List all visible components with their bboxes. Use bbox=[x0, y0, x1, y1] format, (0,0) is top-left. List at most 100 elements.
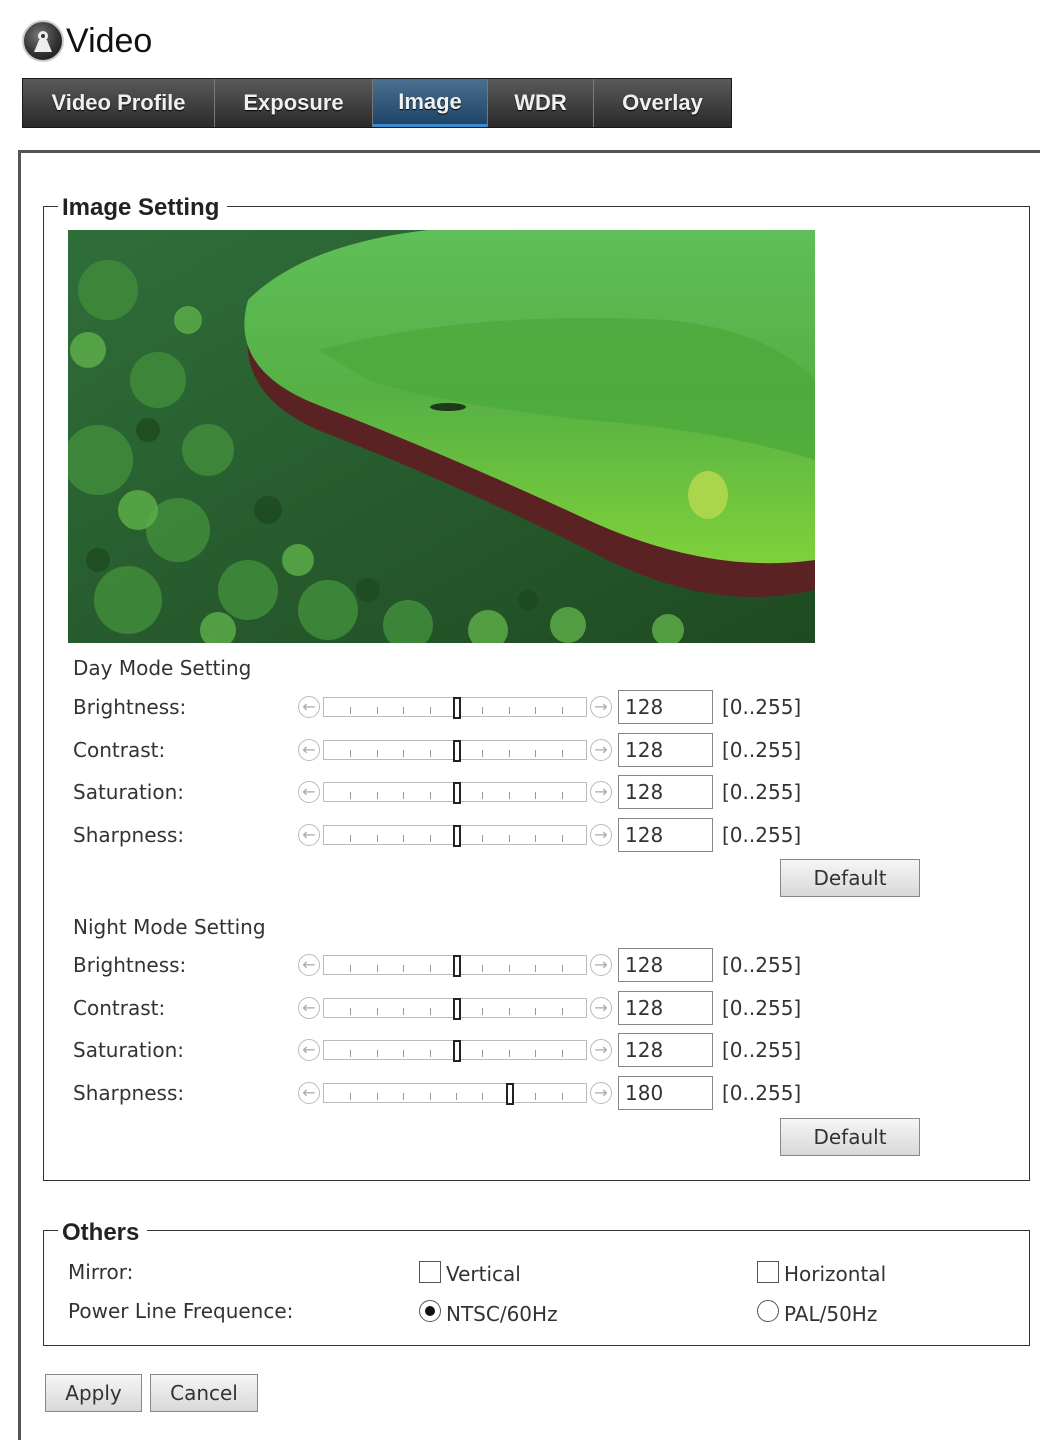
slider-tick bbox=[535, 965, 537, 972]
apply-button[interactable]: Apply bbox=[45, 1374, 142, 1412]
slider-tick bbox=[403, 835, 405, 843]
arrow-left-icon[interactable]: ← bbox=[298, 696, 320, 718]
night-mode-title: Night Mode Setting bbox=[73, 915, 266, 939]
slider-tick bbox=[403, 792, 405, 800]
slider-tick bbox=[350, 749, 352, 757]
tab-wdr[interactable]: WDR bbox=[488, 79, 594, 127]
slider-tick bbox=[508, 1007, 510, 1015]
slider-tick bbox=[376, 749, 378, 757]
slider-tick bbox=[376, 1007, 378, 1015]
slider-tick bbox=[535, 1007, 537, 1015]
day-contrast-input[interactable]: 128 bbox=[618, 732, 713, 767]
slider-tick bbox=[376, 707, 378, 714]
camera-icon bbox=[22, 20, 64, 62]
night-brightness-input[interactable]: 128 bbox=[618, 948, 713, 982]
slider-track[interactable] bbox=[323, 1040, 587, 1063]
slider-track[interactable] bbox=[323, 697, 587, 719]
day-default-button[interactable]: Default bbox=[780, 859, 920, 897]
slider-thumb[interactable] bbox=[506, 1083, 515, 1106]
slider-thumb[interactable] bbox=[452, 955, 461, 977]
arrow-right-icon[interactable]: → bbox=[590, 1039, 612, 1062]
slider-tick bbox=[535, 1050, 537, 1058]
arrow-right-icon[interactable]: → bbox=[590, 954, 612, 976]
slider-track[interactable] bbox=[323, 955, 587, 977]
slider-tick bbox=[482, 707, 484, 714]
night-default-button[interactable]: Default bbox=[780, 1118, 920, 1156]
ntsc-radio[interactable] bbox=[419, 1300, 441, 1322]
arrow-left-icon[interactable]: ← bbox=[298, 781, 320, 804]
slider-thumb[interactable] bbox=[452, 782, 461, 805]
tab-overlay[interactable]: Overlay bbox=[594, 79, 731, 127]
night-saturation-slider[interactable]: ← → bbox=[298, 1039, 612, 1063]
arrow-right-icon[interactable]: → bbox=[590, 996, 612, 1019]
day-saturation-label: Saturation: bbox=[73, 780, 184, 805]
slider-thumb[interactable] bbox=[452, 1040, 461, 1063]
pal-radio[interactable] bbox=[757, 1300, 779, 1322]
slider-track[interactable] bbox=[323, 997, 587, 1020]
day-brightness-slider[interactable]: ← → bbox=[298, 696, 612, 719]
night-sharpness-label: Sharpness: bbox=[73, 1081, 185, 1106]
slider-thumb[interactable] bbox=[452, 997, 461, 1020]
slider-tick bbox=[403, 1093, 405, 1101]
slider-tick bbox=[561, 749, 563, 757]
day-brightness-input[interactable]: 128 bbox=[618, 690, 713, 724]
slider-thumb[interactable] bbox=[452, 739, 461, 762]
arrow-left-icon[interactable]: ← bbox=[298, 824, 320, 847]
tab-image[interactable]: Image bbox=[373, 79, 488, 127]
slider-tick bbox=[429, 707, 431, 714]
slider-tick bbox=[429, 749, 431, 757]
day-contrast-slider[interactable]: ← → bbox=[298, 738, 612, 762]
day-sharpness-input[interactable]: 128 bbox=[618, 818, 713, 853]
arrow-left-icon[interactable]: ← bbox=[298, 996, 320, 1019]
arrow-right-icon[interactable]: → bbox=[590, 696, 612, 718]
slider-track[interactable] bbox=[323, 825, 587, 848]
image-setting-legend: Image Setting bbox=[58, 194, 228, 222]
slider-tick bbox=[508, 749, 510, 757]
slider-track[interactable] bbox=[323, 739, 587, 762]
arrow-right-icon[interactable]: → bbox=[590, 824, 612, 847]
arrow-right-icon[interactable]: → bbox=[590, 738, 612, 761]
horizontal-checkbox[interactable] bbox=[757, 1261, 779, 1283]
slider-tick bbox=[403, 1007, 405, 1015]
night-sharpness-input[interactable]: 180 bbox=[618, 1076, 713, 1111]
tab-video-profile[interactable]: Video Profile bbox=[23, 79, 215, 127]
day-saturation-input[interactable]: 128 bbox=[618, 775, 713, 810]
arrow-right-icon[interactable]: → bbox=[590, 1082, 612, 1105]
night-contrast-input[interactable]: 128 bbox=[618, 990, 713, 1025]
night-sharpness-slider[interactable]: ← → bbox=[298, 1082, 612, 1106]
page-title: Video bbox=[66, 21, 153, 60]
slider-track[interactable] bbox=[323, 1083, 587, 1106]
night-saturation-input[interactable]: 128 bbox=[618, 1033, 713, 1068]
vertical-checkbox[interactable] bbox=[419, 1261, 441, 1283]
slider-tick bbox=[535, 1093, 537, 1101]
night-brightness-range: [0..255] bbox=[722, 953, 802, 977]
tab-exposure[interactable]: Exposure bbox=[215, 79, 373, 127]
slider-tick bbox=[403, 707, 405, 714]
slider-thumb[interactable] bbox=[452, 825, 461, 848]
night-brightness-label: Brightness: bbox=[73, 953, 187, 977]
arrow-left-icon[interactable]: ← bbox=[298, 1082, 320, 1105]
day-saturation-slider[interactable]: ← → bbox=[298, 781, 612, 805]
arrow-left-icon[interactable]: ← bbox=[298, 954, 320, 976]
night-saturation-label: Saturation: bbox=[73, 1038, 184, 1063]
day-saturation-range: [0..255] bbox=[722, 780, 802, 805]
others-section bbox=[43, 1230, 1030, 1346]
night-brightness-slider[interactable]: ← → bbox=[298, 954, 612, 977]
arrow-left-icon[interactable]: ← bbox=[298, 1039, 320, 1062]
arrow-right-icon[interactable]: → bbox=[590, 781, 612, 804]
cancel-button[interactable]: Cancel bbox=[150, 1374, 258, 1412]
arrow-left-icon[interactable]: ← bbox=[298, 738, 320, 761]
others-legend: Others bbox=[58, 1219, 148, 1247]
day-brightness-range: [0..255] bbox=[722, 695, 802, 719]
vertical-label: Vertical bbox=[446, 1262, 521, 1286]
slider-track[interactable] bbox=[323, 782, 587, 805]
slider-tick bbox=[561, 792, 563, 800]
slider-tick bbox=[508, 835, 510, 843]
day-sharpness-label: Sharpness: bbox=[73, 823, 185, 848]
slider-tick bbox=[376, 1093, 378, 1101]
night-contrast-slider[interactable]: ← → bbox=[298, 996, 612, 1020]
slider-thumb[interactable] bbox=[452, 697, 461, 719]
slider-tick bbox=[350, 1050, 352, 1058]
day-sharpness-slider[interactable]: ← → bbox=[298, 824, 612, 848]
slider-tick bbox=[508, 707, 510, 714]
